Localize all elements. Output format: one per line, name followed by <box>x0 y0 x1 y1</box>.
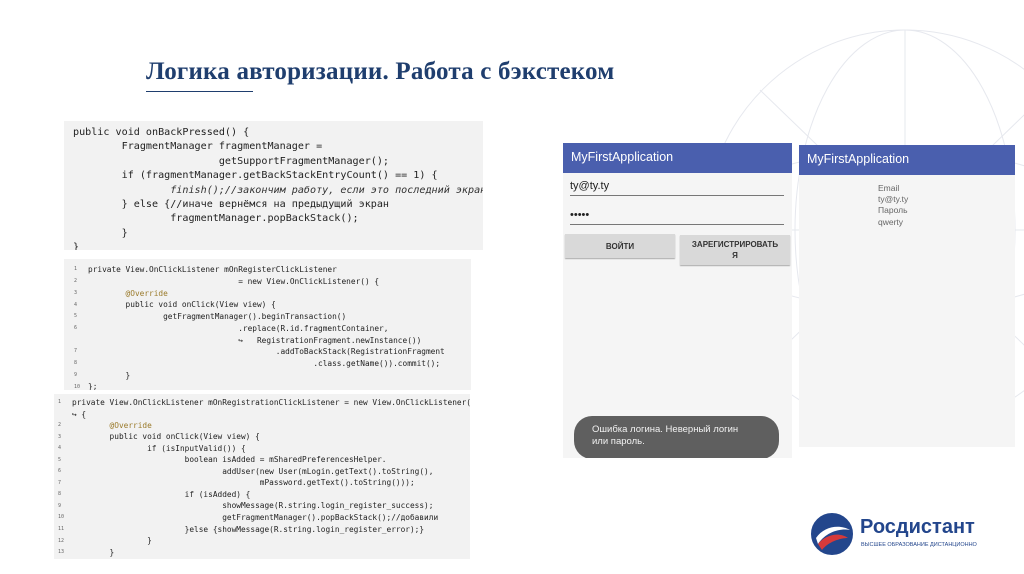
code-line: finish();//закончим работу, если это пос… <box>73 184 483 196</box>
code-line: getFragmentManager().beginTransaction() <box>88 312 347 321</box>
code-line: boolean isAdded = mSharedPreferencesHelp… <box>72 455 387 465</box>
password-field[interactable]: ••••• <box>570 209 784 225</box>
page-title: Логика авторизации. Работа с бэкстеком <box>146 58 615 85</box>
code-line: fragmentManager.popBackStack(); <box>73 213 359 225</box>
logo-emblem-icon <box>811 513 853 555</box>
logo-name: Росдистант <box>860 516 975 538</box>
code-line: if (isAdded) { <box>72 489 251 499</box>
code-line: mPassword.getText().toString())); <box>72 478 415 488</box>
register-button[interactable]: ЗАРЕГИСТРИРОВАТЬ Я <box>680 235 790 265</box>
register-button-label: ЗАРЕГИСТРИРОВАТЬ <box>691 240 779 249</box>
register-button-label-wrap: Я <box>732 251 738 260</box>
password-value: qwerty <box>878 216 904 227</box>
code-line: ↪ { <box>72 409 87 419</box>
code-line: .addToBackStack(RegistrationFragment <box>88 347 445 356</box>
code-line: private View.OnClickListener mOnRegistra… <box>72 398 470 407</box>
code-line: } <box>72 536 152 546</box>
code-line: getFragmentManager().popBackStack();//до… <box>72 513 439 523</box>
code-block-register-listener: 1 private View.OnClickListener mOnRegiste… <box>64 259 471 390</box>
code-line: FragmentManager fragmentManager = <box>73 141 323 153</box>
code-block-registration-listener: 1 private View.OnClickListener mOnRegistr… <box>54 394 470 559</box>
code-line: } <box>72 547 115 557</box>
profile-info: Email ty@ty.ty Пароль qwerty <box>878 183 908 228</box>
code-line: }else {showMessage(R.string.login_regist… <box>72 524 425 534</box>
code-line: public void onClick(View view) { <box>88 300 276 310</box>
login-field[interactable]: ty@ty.ty <box>570 180 784 196</box>
rosdistant-logo: Росдистант ВЫСШЕЕ ОБРАЗОВАНИЕ ДИСТАНЦИОН… <box>808 510 998 560</box>
logo-subtitle: ВЫСШЕЕ ОБРАЗОВАНИЕ ДИСТАНЦИОННО <box>861 542 977 548</box>
title-underline <box>146 91 253 92</box>
login-button[interactable]: ВОЙТИ <box>565 234 675 258</box>
code-line: @Override <box>88 288 168 298</box>
toast-line: Ошибка логина. Неверный логин <box>592 424 739 435</box>
code-line: showMessage(R.string.login_register_succ… <box>72 501 434 511</box>
code-line: }; <box>88 382 98 390</box>
code-line: ↪ RegistrationFragment.newInstance()) <box>88 335 422 345</box>
app-bar: MyFirstApplication <box>563 143 792 173</box>
code-line: public void onClick(View view) { <box>72 432 260 442</box>
app-bar: MyFirstApplication <box>799 145 1015 175</box>
code-line: .replace(R.id.fragmentContainer, <box>88 323 389 333</box>
code-line: addUser(new User(mLogin.getText().toStri… <box>72 466 434 476</box>
code-line: if (isInputValid()) { <box>72 443 246 453</box>
email-label: Email <box>878 183 900 193</box>
code-line: private View.OnClickListener mOnRegister… <box>88 265 337 274</box>
profile-screen-screenshot: MyFirstApplication Email ty@ty.ty Пароль… <box>799 145 1015 447</box>
email-value: ty@ty.ty <box>878 194 909 205</box>
code-line: @Override <box>72 420 152 430</box>
code-line: getSupportFragmentManager(); <box>73 155 390 167</box>
code-block-on-back-pressed: public void onBackPressed() { FragmentMa… <box>64 121 483 250</box>
code-line: .class.getName()).commit(); <box>88 358 441 368</box>
code-line: } else {//иначе вернёмся на предыдущий э… <box>73 199 390 211</box>
code-line: public void onBackPressed() { <box>73 127 250 138</box>
code-line: = new View.OnClickListener() { <box>88 276 380 286</box>
password-label: Пароль <box>878 205 908 216</box>
code-line: if (fragmentManager.getBackStackEntryCou… <box>73 170 438 182</box>
error-toast: Ошибка логина. Неверный логин или пароль… <box>574 416 779 458</box>
code-line: } <box>88 370 131 380</box>
login-screen-screenshot: MyFirstApplication ty@ty.ty ••••• ВОЙТИ … <box>563 143 792 458</box>
code-line: } <box>73 242 80 250</box>
code-line: } <box>73 227 128 239</box>
toast-line: или пароль. <box>592 436 645 447</box>
